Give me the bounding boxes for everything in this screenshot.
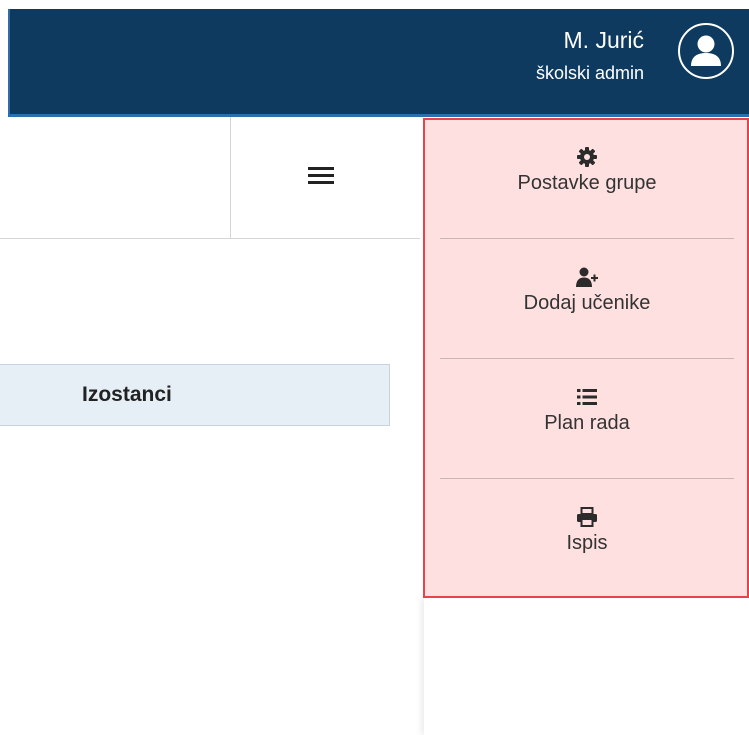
menu-item-label: Postavke grupe (517, 172, 657, 194)
menu-item-add-students[interactable]: Dodaj učenike (440, 240, 734, 359)
menu-item-print[interactable]: Ispis (440, 480, 734, 599)
menu-item-work-plan[interactable]: Plan rada (440, 360, 734, 479)
user-plus-icon (576, 267, 598, 287)
group-actions-menu: Postavke grupe Dodaj učenike Plan rada I… (423, 118, 749, 598)
app-header: M. Jurić školski admin (0, 0, 749, 117)
printer-icon (577, 507, 597, 527)
menu-item-group-settings[interactable]: Postavke grupe (440, 120, 734, 239)
user-role: školski admin (535, 63, 644, 83)
menu-item-label: Plan rada (544, 412, 630, 434)
user-avatar-button[interactable] (678, 23, 734, 79)
list-icon (577, 389, 597, 405)
side-panel (424, 598, 749, 735)
column-header-izostanci[interactable]: Izostanci (82, 383, 172, 407)
toolbar-row (0, 117, 420, 239)
user-name: M. Jurić (563, 27, 645, 53)
table-header: Izostanci (0, 364, 390, 426)
hamburger-icon[interactable] (306, 161, 336, 191)
gear-icon (577, 147, 597, 167)
toolbar-divider (230, 117, 231, 239)
menu-item-label: Ispis (566, 532, 608, 554)
user-icon (691, 35, 721, 66)
menu-item-label: Dodaj učenike (523, 292, 651, 314)
